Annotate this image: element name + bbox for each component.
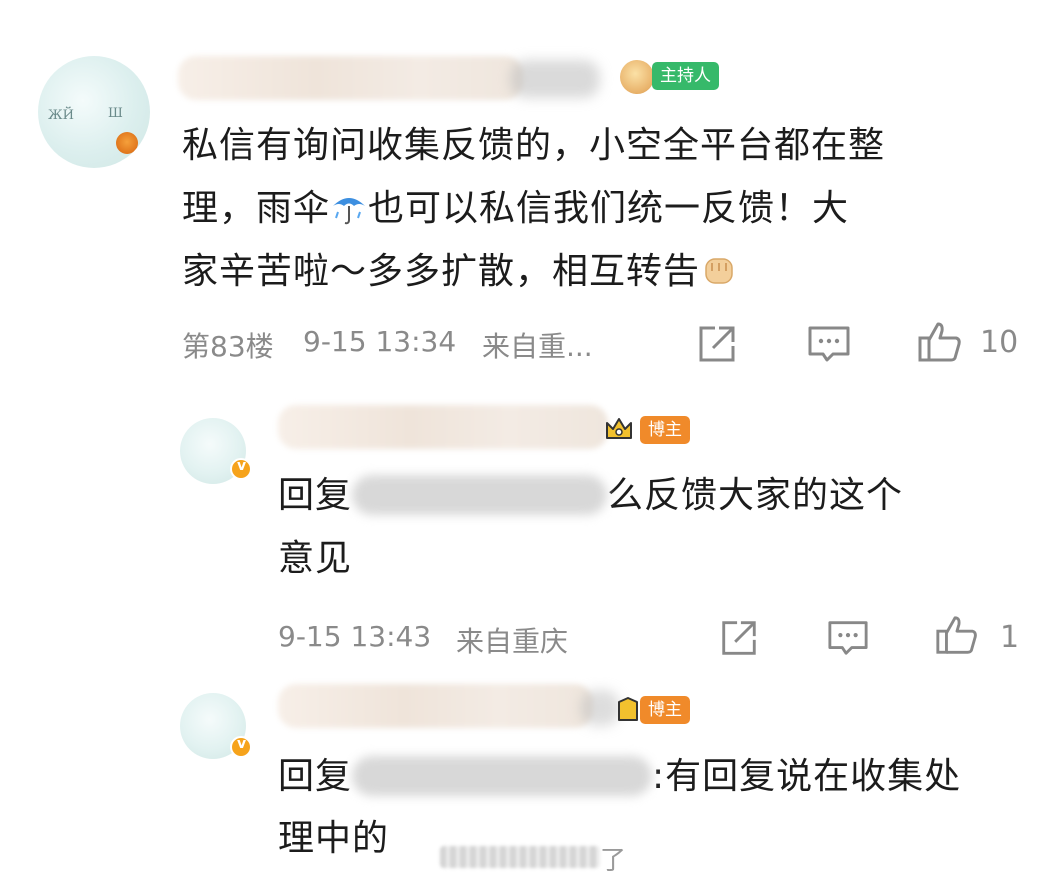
comment-like-count: 10 <box>980 325 1019 360</box>
reply1-prefix: 回复 <box>278 475 353 516</box>
host-badge: 主持人 <box>652 62 719 90</box>
reply1-line1: 回复 么反馈大家的这个 <box>278 465 903 527</box>
comment-icon[interactable] <box>806 322 852 366</box>
reply2-suffix: :有回复说在收集处 <box>652 756 962 797</box>
avatar-text: Ш <box>108 106 123 121</box>
comment-body-line1: 私信有询问收集反馈的，小空全平台都在整 <box>182 125 886 166</box>
thumbs-up-icon[interactable] <box>916 318 964 366</box>
reply2-prefix: 回复 <box>278 756 353 797</box>
comment-body-line2-b: 也可以私信我们统一反馈！大 <box>368 188 850 229</box>
verified-v-icon <box>230 736 252 758</box>
share-icon[interactable] <box>718 617 760 659</box>
comment-time: 9-15 13:34 <box>303 325 457 358</box>
fist-emoji-icon <box>700 246 738 284</box>
crown-icon <box>616 694 640 721</box>
watermark-tail: 了 <box>600 846 627 876</box>
share-icon[interactable] <box>695 322 739 366</box>
reply1-redacted-mention <box>352 475 608 515</box>
comment-body-line2: 理，雨伞 也可以私信我们统一反馈！大 <box>182 177 849 240</box>
umbrella-emoji-icon <box>330 183 368 225</box>
reply2-line2-text: 理中的 <box>278 818 390 859</box>
reply2-username[interactable] <box>278 684 593 728</box>
crown-icon <box>604 414 632 439</box>
commenter-username[interactable] <box>178 56 523 100</box>
reply1-username[interactable] <box>278 405 608 449</box>
reply2-line2: 理中的 <box>278 808 389 870</box>
comment-body-line3: 家辛苦啦～多多扩散，相互转告 <box>182 240 738 303</box>
verified-v-icon <box>230 458 252 480</box>
reply2-redacted-mention <box>352 756 653 796</box>
reply1-location: 来自重庆 <box>456 625 569 658</box>
blogger-badge: 博主 <box>640 416 690 444</box>
reply1-like-count: 1 <box>1000 620 1020 655</box>
comment-body-line3-text: 家辛苦啦～多多扩散，相互转告 <box>182 251 701 292</box>
blogger-badge: 博主 <box>640 696 690 724</box>
watermark-blur <box>440 846 600 868</box>
host-emoji-icon <box>620 60 654 94</box>
reply1-time: 9-15 13:43 <box>278 620 432 653</box>
avatar-text: ЖЙ <box>48 108 74 123</box>
comment-icon[interactable] <box>826 617 870 659</box>
avatar-umbrella-icon <box>116 132 138 154</box>
comment-body-line2-a: 理，雨伞 <box>182 188 331 229</box>
comment-location: 来自重... <box>482 330 593 363</box>
reply2-username-blur <box>580 690 620 726</box>
watermark: 了 <box>440 840 626 876</box>
thumbs-up-icon[interactable] <box>934 612 980 658</box>
comment-floor: 第83楼 <box>182 330 274 363</box>
commenter-avatar[interactable]: ЖЙ Ш <box>38 56 150 168</box>
reply2-line1: 回复 :有回复说在收集处 <box>278 746 961 808</box>
reply1-suffix: 么反馈大家的这个 <box>607 475 904 516</box>
reply1-line2: 意见 <box>278 538 353 579</box>
commenter-username-blur <box>510 60 600 98</box>
